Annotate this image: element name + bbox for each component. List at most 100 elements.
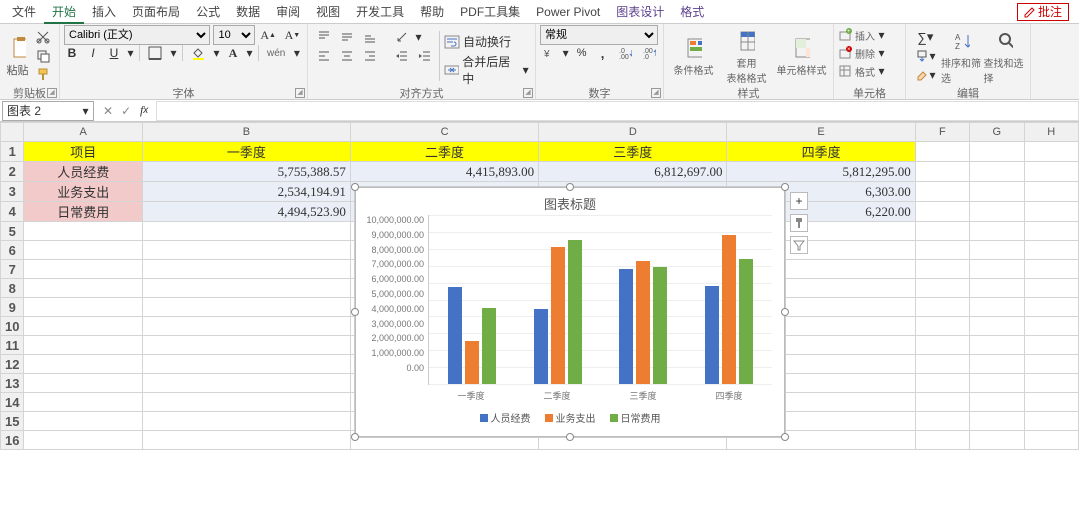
- tab-chart-design[interactable]: 图表设计: [608, 0, 672, 24]
- col-header-A[interactable]: A: [24, 123, 142, 142]
- bold-button[interactable]: B: [64, 44, 80, 62]
- cell-H6[interactable]: [1024, 241, 1078, 260]
- cell-F11[interactable]: [915, 336, 969, 355]
- tab-dev[interactable]: 开发工具: [348, 0, 412, 24]
- tab-layout[interactable]: 页面布局: [124, 0, 188, 24]
- col-header-E[interactable]: E: [727, 123, 915, 142]
- cell-A14[interactable]: [24, 393, 142, 412]
- cell-B1[interactable]: 一季度: [142, 142, 350, 162]
- row-header-15[interactable]: 15: [1, 412, 24, 431]
- cell-F10[interactable]: [915, 317, 969, 336]
- cell-B12[interactable]: [142, 355, 350, 374]
- phonetic-dropdown[interactable]: ▾: [293, 45, 300, 61]
- cell-H2[interactable]: [1024, 162, 1078, 182]
- font-name-select[interactable]: Calibri (正文): [64, 25, 210, 45]
- cell-G8[interactable]: [970, 279, 1024, 298]
- italic-button[interactable]: I: [85, 44, 101, 62]
- tab-help[interactable]: 帮助: [412, 0, 452, 24]
- align-left-button[interactable]: [314, 47, 334, 65]
- cell-A11[interactable]: [24, 336, 142, 355]
- find-select-button[interactable]: 查找和选择: [984, 26, 1027, 85]
- cell-A10[interactable]: [24, 317, 142, 336]
- embedded-chart[interactable]: + 图表标题 10,000,000.009,000,000.008,000,00…: [355, 187, 785, 437]
- bar-人员经费-三季度[interactable]: [619, 269, 633, 384]
- name-box[interactable]: 图表 2 ▾: [2, 101, 94, 121]
- fill-button[interactable]: ▾: [912, 47, 939, 65]
- paste-button[interactable]: 粘贴: [4, 26, 31, 85]
- cell-G4[interactable]: [970, 202, 1024, 222]
- bar-cluster[interactable]: [515, 215, 601, 384]
- shrink-font-button[interactable]: A▼: [282, 26, 303, 44]
- resize-handle-n[interactable]: [566, 183, 574, 191]
- cell-F13[interactable]: [915, 374, 969, 393]
- format-cells-button[interactable]: 格式▾: [838, 62, 901, 80]
- chart-title[interactable]: 图表标题: [356, 194, 784, 213]
- tab-home[interactable]: 开始: [44, 0, 84, 24]
- row-header-1[interactable]: 1: [1, 142, 24, 162]
- cell-B10[interactable]: [142, 317, 350, 336]
- cell-A15[interactable]: [24, 412, 142, 431]
- chart-elements-button[interactable]: +: [790, 192, 808, 210]
- align-right-button[interactable]: [360, 47, 380, 65]
- underline-button[interactable]: U: [106, 44, 122, 62]
- row-header-9[interactable]: 9: [1, 298, 24, 317]
- row-header-11[interactable]: 11: [1, 336, 24, 355]
- row-header-6[interactable]: 6: [1, 241, 24, 260]
- bar-日常费用-二季度[interactable]: [568, 240, 582, 384]
- cell-H15[interactable]: [1024, 412, 1078, 431]
- bar-日常费用-三季度[interactable]: [653, 267, 667, 384]
- cell-G3[interactable]: [970, 182, 1024, 202]
- cell-A12[interactable]: [24, 355, 142, 374]
- cell-G1[interactable]: [970, 142, 1024, 162]
- cell-B3[interactable]: 2,534,194.91: [142, 182, 350, 202]
- col-header-H[interactable]: H: [1024, 123, 1078, 142]
- cell-B5[interactable]: [142, 222, 350, 241]
- formula-input[interactable]: [156, 101, 1079, 121]
- col-header-D[interactable]: D: [539, 123, 727, 142]
- cell-F3[interactable]: [915, 182, 969, 202]
- bar-cluster[interactable]: [601, 215, 687, 384]
- cell-H7[interactable]: [1024, 260, 1078, 279]
- cell-F14[interactable]: [915, 393, 969, 412]
- cell-G5[interactable]: [970, 222, 1024, 241]
- accounting-button[interactable]: ¥: [540, 44, 558, 62]
- cell-styles-button[interactable]: 单元格样式: [774, 26, 829, 85]
- cell-A1[interactable]: 项目: [24, 142, 142, 162]
- resize-handle-se[interactable]: [781, 433, 789, 441]
- bar-cluster[interactable]: [429, 215, 515, 384]
- row-header-2[interactable]: 2: [1, 162, 24, 182]
- comma-button[interactable]: ,: [595, 44, 611, 62]
- cell-H9[interactable]: [1024, 298, 1078, 317]
- number-dialog-launcher[interactable]: ◢: [651, 88, 661, 98]
- sort-filter-button[interactable]: AZ 排序和筛选: [941, 26, 984, 85]
- cond-format-button[interactable]: 条件格式: [668, 26, 719, 85]
- cell-A3[interactable]: 业务支出: [24, 182, 142, 202]
- dec-indent-button[interactable]: [392, 47, 412, 65]
- fill-dropdown[interactable]: ▾: [213, 45, 220, 61]
- cell-G12[interactable]: [970, 355, 1024, 374]
- merge-dropdown[interactable]: ▾: [522, 62, 529, 78]
- cell-H16[interactable]: [1024, 431, 1078, 450]
- cell-B2[interactable]: 5,755,388.57: [142, 162, 350, 182]
- cell-H14[interactable]: [1024, 393, 1078, 412]
- tab-powerpivot[interactable]: Power Pivot: [528, 0, 608, 24]
- row-header-12[interactable]: 12: [1, 355, 24, 374]
- table-format-button[interactable]: 套用 表格格式: [719, 26, 774, 85]
- cell-B13[interactable]: [142, 374, 350, 393]
- cell-A6[interactable]: [24, 241, 142, 260]
- align-middle-button[interactable]: [337, 28, 357, 46]
- align-top-button[interactable]: [314, 28, 334, 46]
- col-header-B[interactable]: B: [142, 123, 350, 142]
- resize-handle-e[interactable]: [781, 308, 789, 316]
- clipboard-dialog-launcher[interactable]: ◢: [47, 88, 57, 98]
- row-header-14[interactable]: 14: [1, 393, 24, 412]
- cell-F6[interactable]: [915, 241, 969, 260]
- cut-button[interactable]: [33, 28, 53, 46]
- cell-E2[interactable]: 5,812,295.00: [727, 162, 915, 182]
- bar-人员经费-一季度[interactable]: [448, 287, 462, 384]
- bar-cluster[interactable]: [686, 215, 772, 384]
- tab-formulas[interactable]: 公式: [188, 0, 228, 24]
- cell-G9[interactable]: [970, 298, 1024, 317]
- cell-D2[interactable]: 6,812,697.00: [539, 162, 727, 182]
- format-painter-button[interactable]: [33, 65, 53, 83]
